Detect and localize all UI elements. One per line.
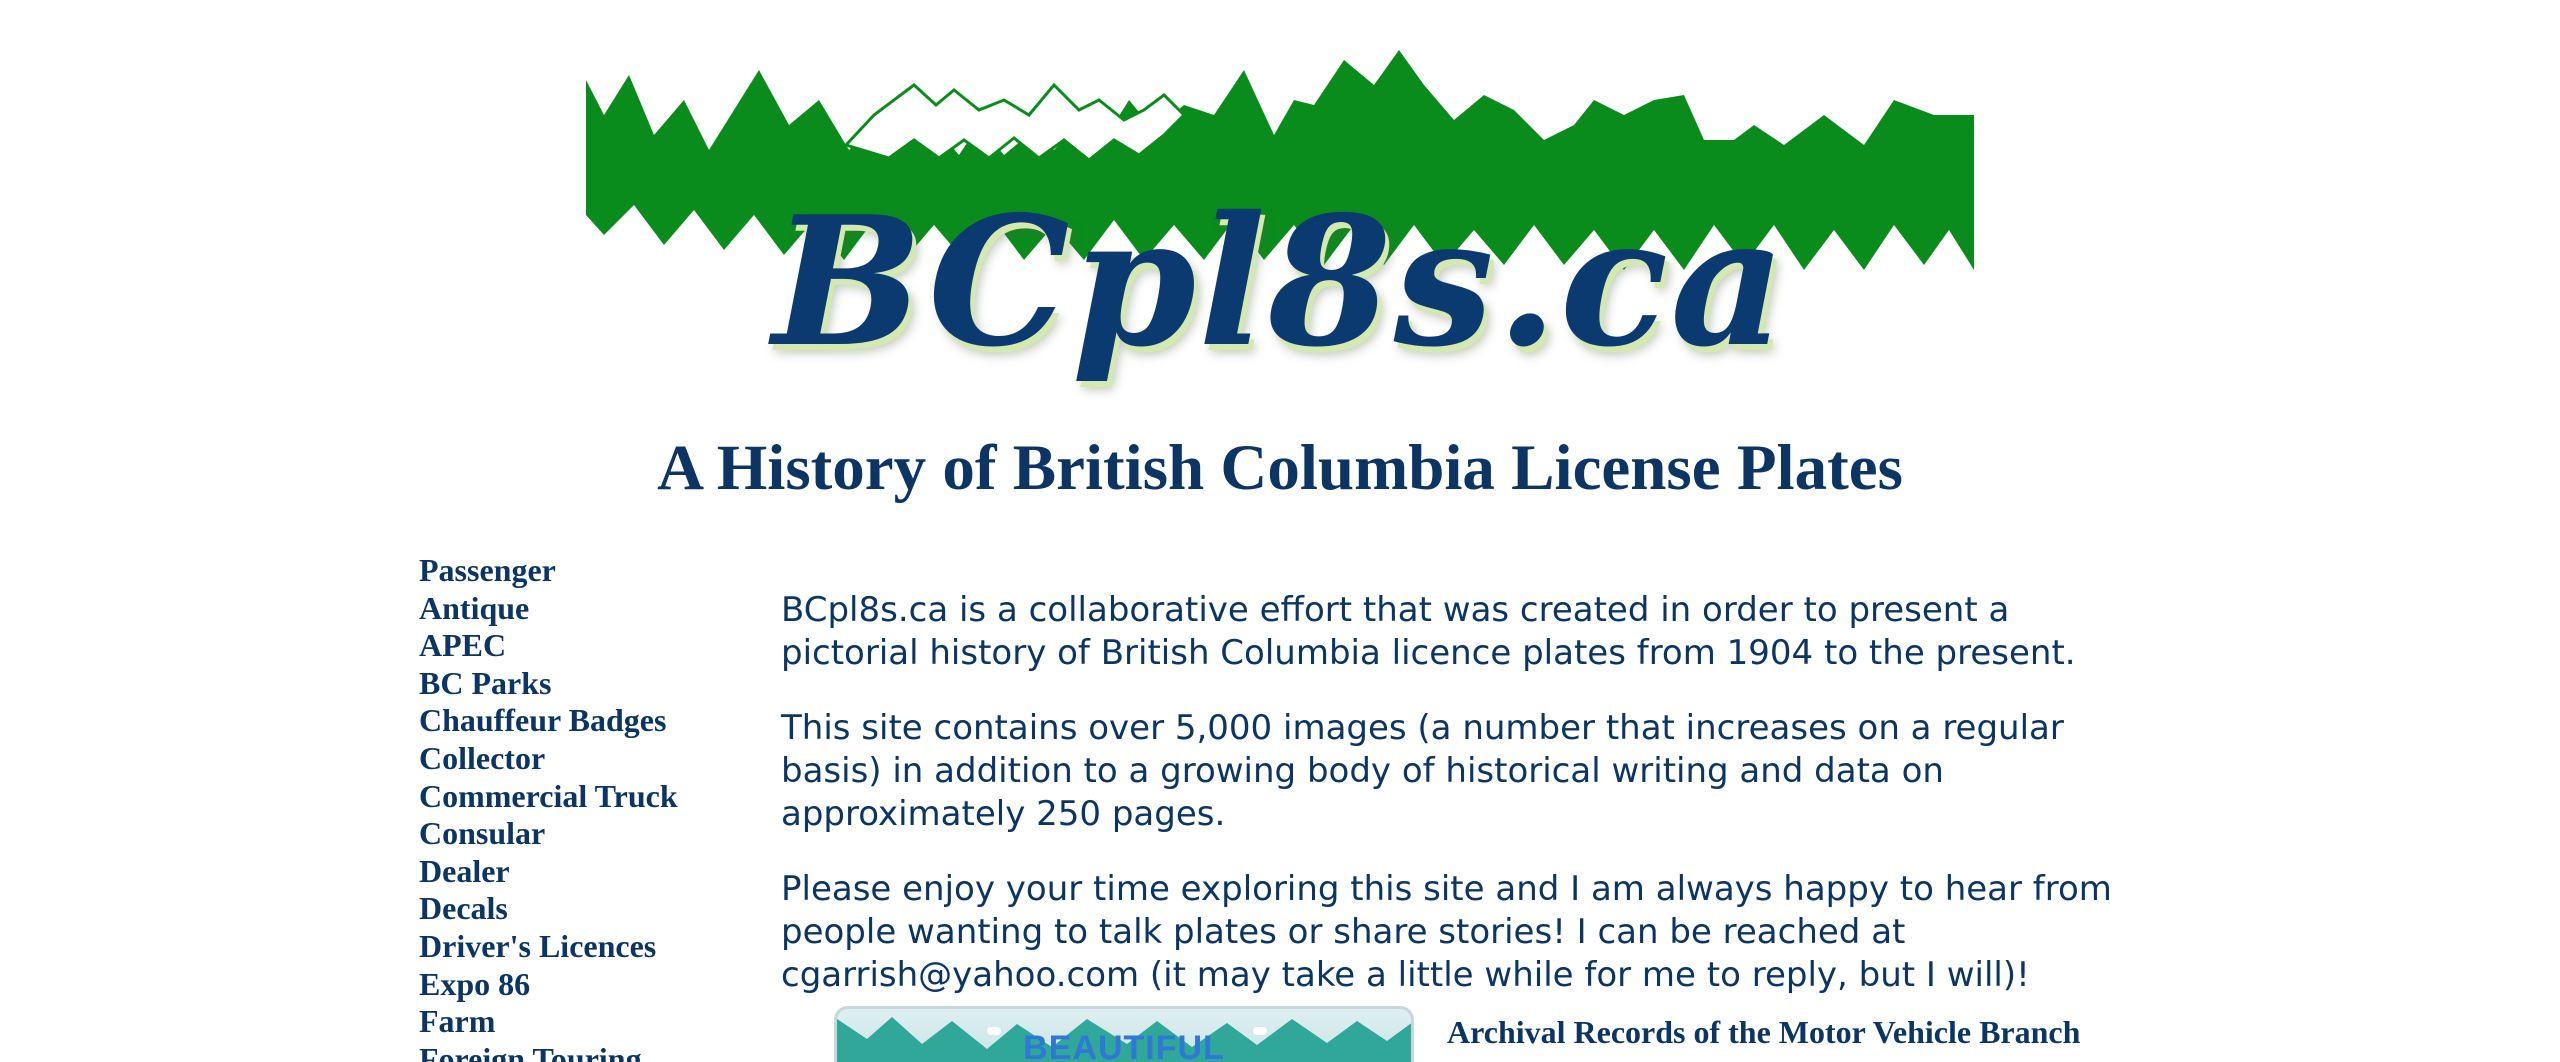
sidebar-item-consular[interactable]: Consular — [419, 815, 759, 853]
sidebar-nav: Passenger Antique APEC BC Parks Chauffeu… — [419, 552, 759, 1062]
sidebar-item-farm[interactable]: Farm — [419, 1003, 759, 1041]
sidebar-item-commercial-truck[interactable]: Commercial Truck — [419, 778, 759, 816]
sidebar-item-antique[interactable]: Antique — [419, 590, 759, 628]
plate-slogan: BEAUTIFUL — [1023, 1029, 1225, 1062]
intro-section: BCpl8s.ca is a collaborative effort that… — [781, 589, 2121, 1029]
sidebar-item-foreign-touring[interactable]: Foreign Touring — [419, 1041, 759, 1062]
sidebar-item-dealer[interactable]: Dealer — [419, 853, 759, 891]
sidebar-item-expo-86[interactable]: Expo 86 — [419, 966, 759, 1004]
sidebar-item-passenger[interactable]: Passenger — [419, 552, 759, 590]
intro-paragraph: Please enjoy your time exploring this si… — [781, 869, 2112, 995]
intro-paragraph: BCpl8s.ca is a collaborative effort that… — [781, 590, 2076, 673]
sidebar-item-chauffeur-badges[interactable]: Chauffeur Badges — [419, 702, 759, 740]
archival-records-link[interactable]: Archival Records of the Motor Vehicle Br… — [1447, 1012, 2080, 1052]
plate-image[interactable]: BEAUTIFUL — [834, 1006, 1414, 1062]
sidebar-item-bc-parks[interactable]: BC Parks — [419, 665, 759, 703]
sidebar-item-collector[interactable]: Collector — [419, 740, 759, 778]
page-title: A History of British Columbia License Pl… — [657, 432, 1903, 504]
sidebar-item-decals[interactable]: Decals — [419, 890, 759, 928]
intro-paragraph: This site contains over 5,000 images (a … — [781, 708, 2064, 834]
logo-wordmark: BCpl8s.ca — [772, 177, 1788, 386]
sidebar-item-apec[interactable]: APEC — [419, 627, 759, 665]
sidebar-item-drivers-licences[interactable]: Driver's Licences — [419, 928, 759, 966]
